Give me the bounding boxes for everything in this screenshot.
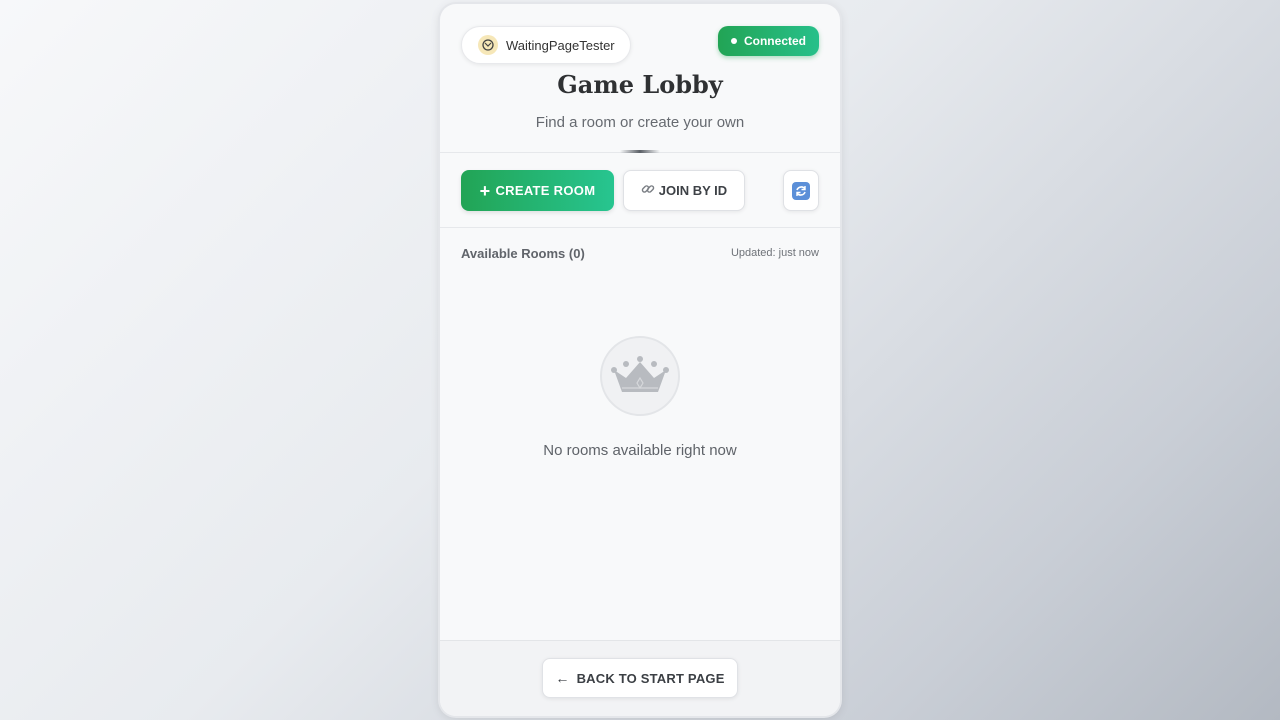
lobby-panel: WaitingPageTester Connected Game Lobby F… <box>440 4 840 716</box>
back-to-start-button[interactable]: ← BACK TO START PAGE <box>542 658 738 698</box>
page-subtitle: Find a room or create your own <box>535 114 745 131</box>
status-dot-icon <box>730 38 737 44</box>
rooms-list-header: Available Rooms (0) Updated: just now <box>461 246 819 266</box>
connection-status-badge: Connected <box>718 26 819 56</box>
refresh-button[interactable] <box>783 170 819 211</box>
refresh-icon <box>792 181 810 200</box>
user-profile-pill[interactable]: WaitingPageTester <box>461 26 631 64</box>
crown-icon <box>611 356 669 392</box>
create-room-label: CREATE ROOM <box>495 183 596 198</box>
create-room-button[interactable]: + CREATE ROOM <box>461 170 614 211</box>
back-to-start-label: BACK TO START PAGE <box>576 670 725 686</box>
divider-accent <box>620 150 660 153</box>
user-name: WaitingPageTester <box>506 37 615 53</box>
status-label: Connected <box>743 34 806 48</box>
arrow-left-icon: ← <box>555 670 570 686</box>
rooms-updated-timestamp: Updated: just now <box>730 247 819 259</box>
join-by-id-button[interactable]: JOIN BY ID <box>623 170 745 211</box>
toolbar-divider <box>440 227 840 228</box>
avatar-emblem-icon <box>478 35 498 55</box>
lobby-footer: ← BACK TO START PAGE <box>440 641 840 716</box>
page-title: Game Lobby <box>557 70 723 99</box>
empty-state-badge <box>600 336 680 416</box>
plus-icon: + <box>479 180 491 201</box>
rooms-count-title: Available Rooms (0) <box>461 246 585 261</box>
link-icon <box>641 182 655 199</box>
empty-state-message: No rooms available right now <box>543 442 737 459</box>
lobby-toolbar: + CREATE ROOM JOIN BY ID <box>440 154 840 228</box>
join-by-id-label: JOIN BY ID <box>658 183 728 198</box>
lobby-header: WaitingPageTester Connected Game Lobby F… <box>440 4 840 154</box>
